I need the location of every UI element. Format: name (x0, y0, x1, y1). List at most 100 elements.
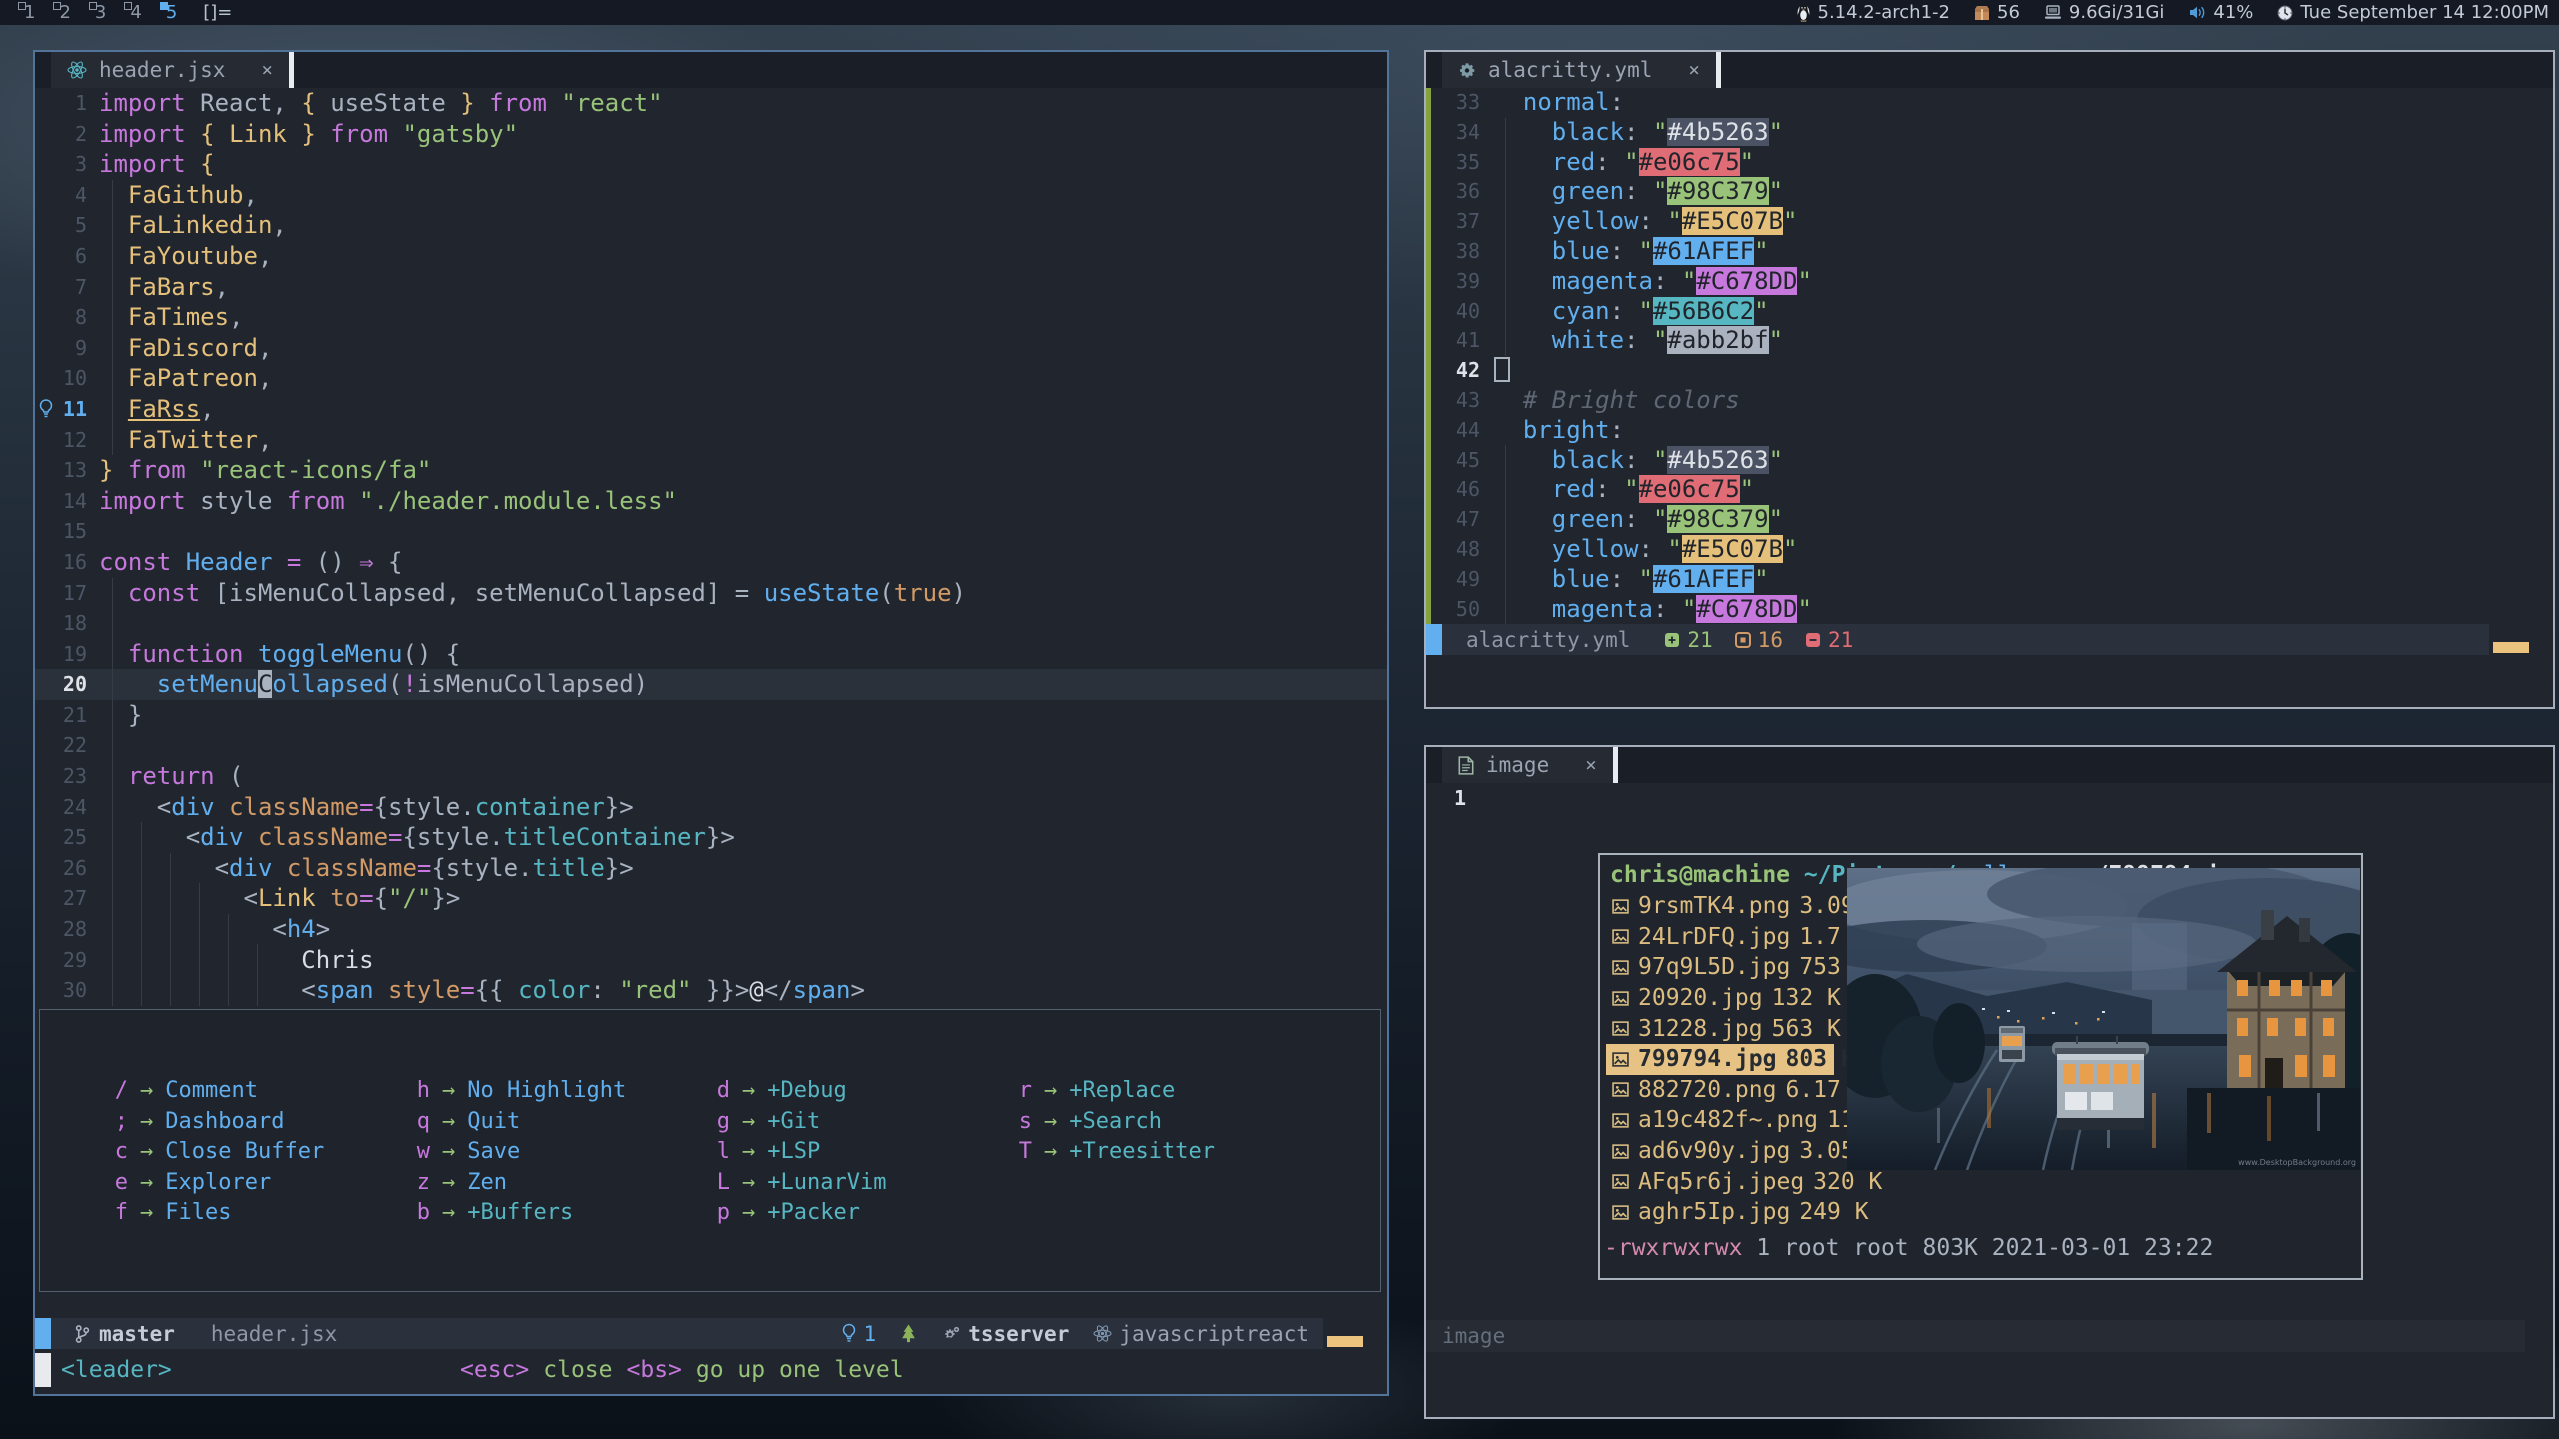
whichkey-binding--lsp[interactable]: l→+LSP (704, 1137, 1006, 1168)
code-line: 3import { (35, 149, 1387, 180)
image-file-icon (1612, 1082, 1629, 1097)
line-number: 24 (57, 792, 99, 823)
line-text: bright: (1494, 416, 2553, 446)
scroll-progress-pill[interactable] (2493, 642, 2529, 653)
workspace-1[interactable]: 1 (16, 2, 35, 23)
wm-status-bar: 12345 []= 5.14.2-arch1-2 56 9.6Gi/31Gi 4… (0, 0, 2559, 25)
file-name: AFq5r6j.jpeg (1638, 1169, 1804, 1195)
code-line: 41 white: "#abb2bf" (1426, 326, 2553, 356)
file-size: 249 K (1799, 1199, 1868, 1225)
tab-image[interactable]: image × (1442, 747, 1613, 783)
whichkey-binding-files[interactable]: f→Files (102, 1198, 404, 1229)
whichkey-binding--treesitter[interactable]: T→+Treesitter (1006, 1137, 1215, 1168)
binding-label: +Search (1069, 1109, 1162, 1134)
tab-alacritty-yml[interactable]: alacritty.yml × (1442, 52, 1716, 88)
code-line: 40 cyan: "#56B6C2" (1426, 297, 2553, 327)
line-number: 50 (1446, 595, 1494, 625)
file-row-31228.jpg[interactable]: 31228.jpg563 K (1606, 1013, 1834, 1044)
whichkey-binding-no-highlight[interactable]: h→No Highlight (404, 1076, 704, 1107)
line-number: 21 (57, 700, 99, 731)
layout-symbol[interactable]: []= (203, 2, 232, 23)
line-number: 45 (1446, 446, 1494, 476)
whichkey-binding-save[interactable]: w→Save (404, 1137, 704, 1168)
whichkey-binding-dashboard[interactable]: ;→Dashboard (102, 1107, 404, 1138)
file-row-ad6v90y.jpg[interactable]: ad6v90y.jpg3.05 M (1606, 1136, 1834, 1167)
line-number: 27 (57, 883, 99, 914)
code-line: 18 (35, 608, 1387, 639)
code-line: 48 yellow: "#E5C07B" (1426, 535, 2553, 565)
whichkey-binding--debug[interactable]: d→+Debug (704, 1076, 1006, 1107)
whichkey-binding-explorer[interactable]: e→Explorer (102, 1168, 404, 1199)
file-row-24LrDFQ.jpg[interactable]: 24LrDFQ.jpg1.7 M (1606, 922, 1834, 953)
code-buffer-header-jsx[interactable]: 1import React, { useState } from "react"… (35, 88, 1387, 1006)
workspace-4[interactable]: 4 (122, 2, 141, 23)
image-file-icon (1612, 960, 1629, 975)
binding-key: r (1006, 1076, 1032, 1107)
whichkey-binding-zen[interactable]: z→Zen (404, 1168, 704, 1199)
tab-header-jsx[interactable]: header.jsx × (51, 52, 289, 88)
file-row-799794.jpg[interactable]: 799794.jpg803 K (1606, 1044, 1834, 1075)
code-action-sign[interactable] (35, 399, 57, 419)
clock-module: Tue September 14 12:00PM (2277, 2, 2549, 23)
tab-close-icon[interactable]: × (261, 59, 272, 81)
file-row-882720.png[interactable]: 882720.png6.17 M (1606, 1075, 1834, 1106)
wallpaper-preview: www.DesktopBackground.org (1847, 868, 2360, 1170)
workspace-2[interactable]: 2 (51, 2, 70, 23)
whichkey-binding-comment[interactable]: /→Comment (102, 1076, 404, 1107)
line-number: 7 (57, 272, 99, 303)
git-removed-count: 21 (1828, 628, 1853, 652)
workspace-3[interactable]: 3 (87, 2, 106, 23)
speaker-icon (2188, 5, 2206, 20)
scroll-progress-pill[interactable] (1327, 1336, 1363, 1347)
workspace-indicator (124, 2, 132, 10)
code-line: 6 FaYoutube, (35, 241, 1387, 272)
file-row-AFq5r6j.jpeg[interactable]: AFq5r6j.jpeg320 K (1606, 1166, 1834, 1197)
line-text: blue: "#61AFEF" (1494, 237, 2553, 267)
file-row-aghr5Ip.jpg[interactable]: aghr5Ip.jpg249 K (1606, 1197, 1834, 1228)
line-text: yellow: "#E5C07B" (1494, 207, 2553, 237)
image-file-icon (1612, 1052, 1629, 1067)
whichkey-binding--search[interactable]: s→+Search (1006, 1107, 1215, 1138)
whichkey-binding-quit[interactable]: q→Quit (404, 1107, 704, 1138)
line-text: green: "#98C379" (1494, 177, 2553, 207)
whichkey-binding-close-buffer[interactable]: c→Close Buffer (102, 1137, 404, 1168)
whichkey-binding--lunarvim[interactable]: L→+LunarVim (704, 1168, 1006, 1199)
kernel-version: 5.14.2-arch1-2 (1818, 2, 1951, 23)
arrow-icon: → (730, 1078, 767, 1103)
line-number: 34 (1446, 118, 1494, 148)
line-number: 23 (57, 761, 99, 792)
file-row-9rsmTK4.png[interactable]: 9rsmTK4.png3.09 M (1606, 891, 1834, 922)
whichkey-binding--buffers[interactable]: b→+Buffers (404, 1198, 704, 1229)
whichkey-binding--packer[interactable]: p→+Packer (704, 1198, 1006, 1229)
line-number: 4 (57, 180, 99, 211)
git-changed-module: 16 (1735, 628, 1783, 652)
file-row-20920.jpg[interactable]: 20920.jpg132 K (1606, 983, 1834, 1014)
binding-label: Comment (165, 1078, 258, 1103)
binding-label: Zen (467, 1170, 507, 1195)
tab-close-icon[interactable]: × (1585, 754, 1596, 776)
line-text: black: "#4b5263" (1494, 446, 2553, 476)
editor-window-header-jsx: header.jsx × 1import React, { useState }… (33, 50, 1389, 1396)
line-number: 48 (1446, 535, 1494, 565)
package-icon (1974, 5, 1990, 21)
line-text: FaRss, (99, 394, 1387, 425)
whichkey-binding--replace[interactable]: r→+Replace (1006, 1076, 1215, 1107)
image-file-icon (1612, 1144, 1629, 1159)
workspace-5[interactable]: 5 (158, 2, 177, 23)
line-text: FaBars, (99, 272, 1387, 303)
file-row-97q9L5D.jpg[interactable]: 97q9L5D.jpg753 K (1606, 952, 1834, 983)
whichkey-column: r→+Replaces→+SearchT→+Treesitter (1006, 1076, 1215, 1291)
arrow-icon: → (730, 1139, 767, 1164)
file-row-a19c482f~.png[interactable]: a19c482f~.png11.7 M (1606, 1105, 1834, 1136)
code-buffer-alacritty-yml[interactable]: 33 normal:34 black: "#4b5263"35 red: "#e… (1426, 88, 2553, 624)
image-file-icon (1612, 960, 1629, 975)
binding-label: +Git (767, 1109, 820, 1134)
statusline-alacritty: alacritty.yml 21 16 21 (1426, 624, 2489, 655)
whichkey-binding--git[interactable]: g→+Git (704, 1107, 1006, 1138)
tab-close-icon[interactable]: × (1688, 59, 1699, 81)
line-text: <div className={style.title}> (99, 853, 1387, 884)
code-line: 22 (35, 730, 1387, 761)
mode-indicator-block (1426, 624, 1442, 655)
line-number: 16 (57, 547, 99, 578)
color-swatch: #98C379 (1667, 505, 1768, 533)
